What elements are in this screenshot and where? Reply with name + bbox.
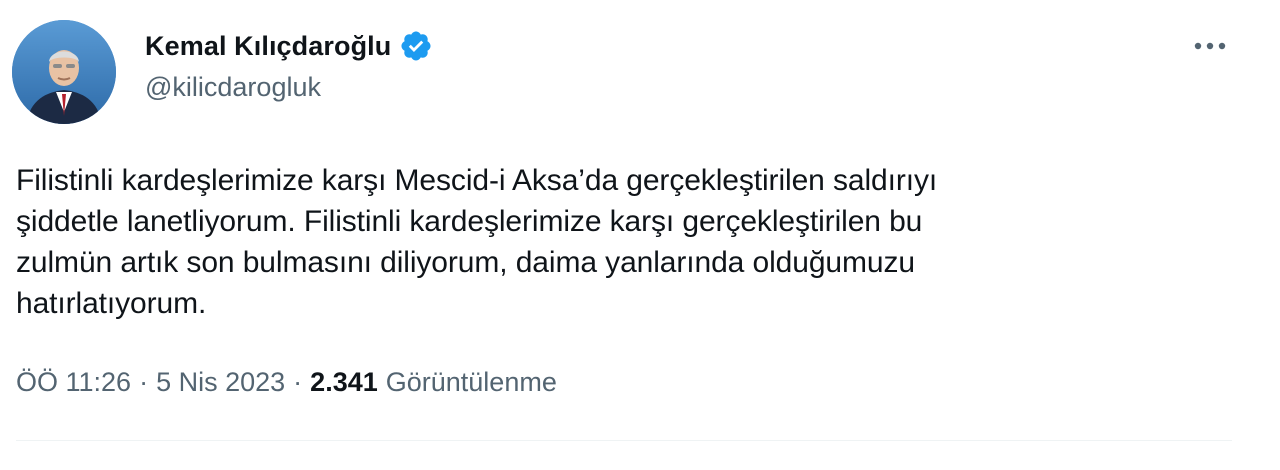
avatar[interactable] [12,20,116,124]
author-name-row: Kemal Kılıçdaroğlu [145,28,433,64]
profile-photo-icon [12,20,116,124]
tweet-card: Kemal Kılıçdaroğlu @kilicdarogluk Filist… [0,0,1280,470]
divider [16,440,1232,441]
tweet-time[interactable]: ÖÖ 11:26 [16,367,131,398]
author-handle[interactable]: @kilicdarogluk [145,72,321,103]
meta-separator: · [293,366,303,397]
views-count[interactable]: 2.341 [310,367,378,398]
verified-badge-icon[interactable] [399,29,433,63]
views-label[interactable]: Görüntülenme [386,367,557,398]
meta-separator: · [139,366,149,397]
tweet-text: Filistinli kardeşlerimize karşı Mescid-i… [16,164,938,320]
tweet-metadata: ÖÖ 11:26 · 5 Nis 2023 · 2.341 Görüntülen… [16,364,557,400]
more-dots-icon [1194,42,1226,50]
more-options-button[interactable] [1186,26,1234,66]
tweet-date[interactable]: 5 Nis 2023 [156,367,285,398]
author-display-name[interactable]: Kemal Kılıçdaroğlu [145,31,391,62]
